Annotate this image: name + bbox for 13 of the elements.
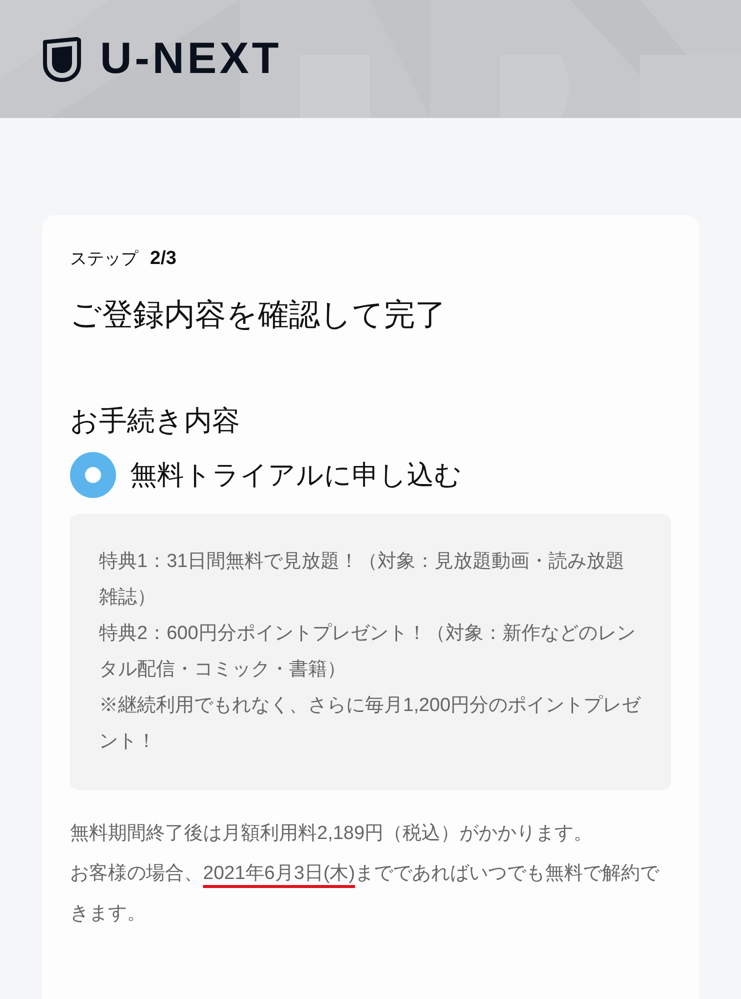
fee-notice: 無料期間終了後は月額利用料2,189円（税込）がかかります。 — [70, 822, 594, 846]
page-title: ご登録内容を確認して完了 — [70, 296, 447, 334]
logo-text: U-NEXT — [100, 37, 282, 81]
radio-button[interactable] — [70, 452, 116, 498]
benefit-text: 特典2：600円分ポイントプレゼント！（対象：新作などのレンタル配信・コミック・書籍） — [99, 622, 636, 682]
option-label: 無料トライアルに申し込む — [130, 458, 462, 492]
benefit-text: ※継続利用でもれなく、さらに毎月1,200円分のポイントプレゼント！ — [99, 694, 642, 754]
benefit-text: 特典1：31日間無料で見放題！（対象：見放題動画・読み放題雑誌） — [99, 550, 626, 610]
shield-icon — [42, 36, 82, 82]
cancel-notice: お客様の場合、2021年6月3日(木)までであればいつでも無料で解約できます。 — [70, 862, 660, 926]
step-value: 2/3 — [150, 247, 176, 271]
step-label: ステップ — [70, 248, 138, 270]
section-title: お手続き内容 — [70, 404, 241, 438]
